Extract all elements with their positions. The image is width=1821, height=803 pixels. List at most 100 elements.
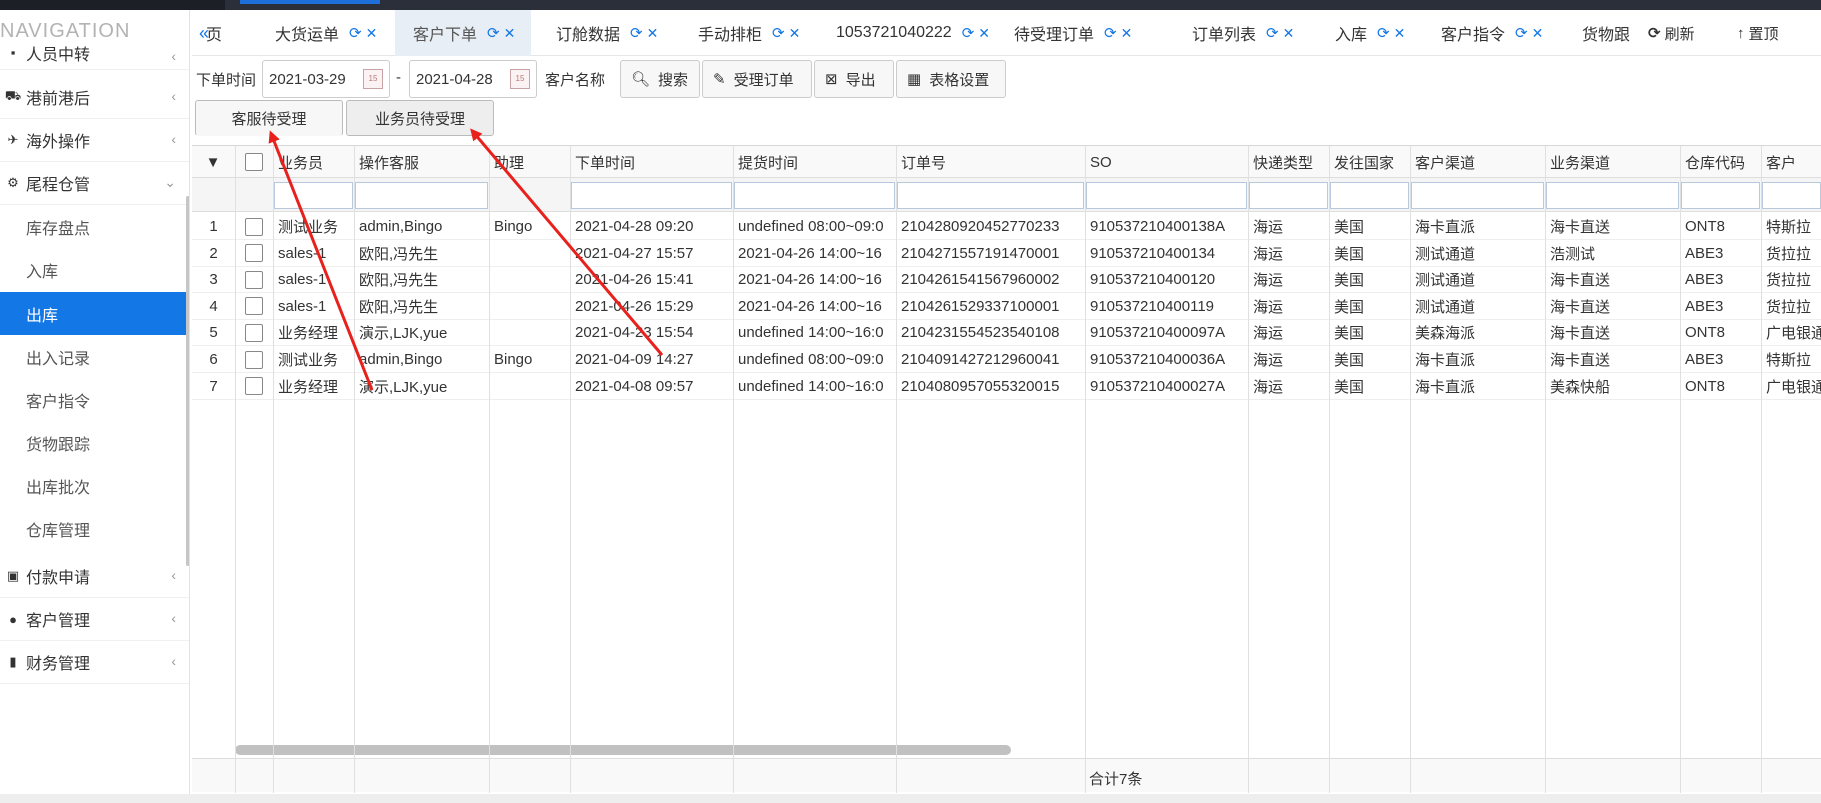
refresh-icon[interactable]: ⟳: [962, 24, 975, 42]
close-icon[interactable]: ✕: [1121, 25, 1133, 42]
date-to-input[interactable]: 2021-04-28 15: [409, 60, 537, 98]
table-row[interactable]: 6 测试业务 admin,Bingo Bingo 2021-04-09 14:27 und…: [192, 346, 1821, 373]
sidebar-sub-instructions[interactable]: 客户指令: [0, 378, 187, 421]
header-express-type[interactable]: 快递类型: [1248, 146, 1329, 178]
table-row[interactable]: 5 业务经理 演示,LJK,yue 2021-04-23 15:54 undefined…: [192, 319, 1821, 347]
tab-customer-instruction[interactable]: 客户指令 ⟳ ✕: [1423, 10, 1543, 56]
filter-country[interactable]: [1330, 182, 1409, 209]
table-row[interactable]: 1 测试业务 admin,Bingo Bingo 2021-04-28 09:20 und…: [192, 213, 1821, 240]
pin-top-button[interactable]: ↑ 置顶: [1737, 10, 1779, 56]
row-select-checkbox[interactable]: [245, 244, 263, 263]
close-icon[interactable]: ✕: [1283, 25, 1295, 42]
tab-pending-orders[interactable]: 待受理订单 ⟳ ✕: [996, 10, 1132, 56]
sidebar-sub-batches[interactable]: 出库批次: [0, 464, 187, 507]
filter-customer[interactable]: [1762, 182, 1821, 209]
header-business-channel[interactable]: 业务渠道: [1545, 146, 1680, 178]
row-select-checkbox[interactable]: [245, 350, 263, 369]
sidebar-item-transfer[interactable]: ▪ 人员中转 ‹: [0, 36, 189, 70]
refresh-icon[interactable]: ⟳: [487, 24, 500, 42]
header-order-no[interactable]: 订单号: [896, 146, 1085, 178]
header-so[interactable]: SO: [1085, 146, 1248, 178]
tab-order-list[interactable]: 订单列表 ⟳ ✕: [1174, 10, 1294, 56]
table-settings-button[interactable]: ▦ 表格设置: [896, 60, 1006, 98]
filter-customer-channel[interactable]: [1411, 182, 1544, 209]
date-from-input[interactable]: 2021-03-29 15: [262, 60, 390, 98]
filter-icon[interactable]: ▼: [198, 146, 228, 178]
refresh-icon[interactable]: ⟳: [1377, 24, 1390, 42]
sidebar-sub-tracking[interactable]: 货物跟踪: [0, 421, 187, 464]
tab-order-number[interactable]: 1053721040222 ⟳ ✕: [818, 10, 990, 56]
refresh-icon[interactable]: ⟳: [1515, 24, 1528, 42]
header-country[interactable]: 发往国家: [1329, 146, 1410, 178]
close-icon[interactable]: ✕: [978, 25, 990, 42]
table-row[interactable]: 2 sales-1 欧阳,冯先生 2021-04-27 15:57 2021-04-26…: [192, 240, 1821, 267]
calendar-icon[interactable]: 15: [363, 69, 383, 89]
sidebar-item-customers[interactable]: ● 客户管理 ‹: [0, 598, 189, 641]
sidebar-sub-outbound[interactable]: 出库: [0, 292, 187, 335]
row-select-checkbox[interactable]: [245, 323, 263, 342]
tab-manual-container[interactable]: 手动排柜 ⟳ ✕: [680, 10, 800, 56]
table-row[interactable]: 4 sales-1 欧阳,冯先生 2021-04-26 15:29 2021-04-26…: [192, 293, 1821, 320]
close-icon[interactable]: ✕: [366, 25, 378, 42]
sidebar-sub-records[interactable]: 出入记录: [0, 335, 187, 378]
sidebar-item-finance[interactable]: ▮ 财务管理 ‹: [0, 641, 189, 684]
header-pickup-time[interactable]: 提货时间: [733, 146, 896, 178]
header-customer[interactable]: 客户: [1761, 146, 1821, 178]
row-checkbox[interactable]: [235, 293, 273, 320]
row-select-checkbox[interactable]: [245, 270, 263, 289]
header-assistant[interactable]: 助理: [489, 146, 570, 178]
tab-sales-pending[interactable]: 业务员待受理: [346, 100, 494, 136]
select-all-checkbox[interactable]: [245, 153, 263, 171]
sidebar-sub-inbound[interactable]: 入库: [0, 248, 187, 291]
header-cs[interactable]: 操作客服: [354, 146, 489, 178]
header-customer-channel[interactable]: 客户渠道: [1410, 146, 1545, 178]
export-button[interactable]: ⊠ 导出: [814, 60, 894, 98]
sidebar-item-port[interactable]: ⛟ 港前港后 ‹: [0, 76, 189, 119]
close-icon[interactable]: ✕: [504, 25, 516, 42]
sidebar-item-overseas[interactable]: ✈ 海外操作 ‹: [0, 119, 189, 162]
refresh-icon[interactable]: ⟳: [349, 24, 362, 42]
tab-booking[interactable]: 订舱数据 ⟳ ✕: [538, 10, 658, 56]
close-icon[interactable]: ✕: [647, 25, 659, 42]
tab-tracking[interactable]: 货物跟: [1564, 10, 1630, 56]
sidebar-item-warehouse[interactable]: ⚙ 尾程仓管 ⌄: [0, 162, 189, 205]
refresh-icon[interactable]: ⟳: [1104, 24, 1117, 42]
sidebar-sub-inventory[interactable]: 库存盘点: [0, 205, 187, 248]
horizontal-scrollbar[interactable]: [235, 745, 1011, 755]
search-button[interactable]: 🔍︎ 搜索: [620, 60, 700, 98]
close-icon[interactable]: ✕: [1532, 25, 1544, 42]
sidebar-scrollbar[interactable]: [186, 196, 189, 566]
filter-business-channel[interactable]: [1546, 182, 1679, 209]
close-icon[interactable]: ✕: [789, 25, 801, 42]
header-order-time[interactable]: 下单时间: [570, 146, 733, 178]
row-checkbox[interactable]: [235, 213, 273, 240]
row-select-checkbox[interactable]: [245, 377, 263, 396]
table-row[interactable]: 3 sales-1 欧阳,冯先生 2021-04-26 15:41 2021-04-26…: [192, 266, 1821, 294]
tab-home[interactable]: 页: [206, 10, 222, 56]
sidebar-item-payment[interactable]: ▣ 付款申请 ‹: [0, 555, 189, 598]
filter-pickup-time[interactable]: [734, 182, 895, 209]
table-row[interactable]: 7 业务经理 演示,LJK,yue 2021-04-08 09:57 undefined…: [192, 373, 1821, 400]
refresh-icon[interactable]: ⟳: [1266, 24, 1279, 42]
row-select-checkbox[interactable]: [245, 217, 263, 236]
row-checkbox[interactable]: [235, 266, 273, 293]
header-warehouse-code[interactable]: 仓库代码: [1680, 146, 1761, 178]
sidebar-sub-warehouses[interactable]: 仓库管理: [0, 507, 187, 550]
filter-order-time[interactable]: [571, 182, 732, 209]
filter-so[interactable]: [1086, 182, 1247, 209]
accept-order-button[interactable]: ✎ 受理订单: [702, 60, 812, 98]
tab-inbound[interactable]: 入库 ⟳ ✕: [1317, 10, 1405, 56]
filter-cs[interactable]: [355, 182, 488, 209]
filter-order-no[interactable]: [897, 182, 1084, 209]
filter-salesperson[interactable]: [274, 182, 353, 209]
close-icon[interactable]: ✕: [1394, 25, 1406, 42]
row-checkbox[interactable]: [235, 319, 273, 346]
header-salesperson[interactable]: 业务员: [273, 146, 354, 178]
tab-freight[interactable]: 大货运单 ⟳ ✕: [257, 10, 377, 56]
row-checkbox[interactable]: [235, 240, 273, 267]
refresh-button[interactable]: ⟳ 刷新: [1648, 10, 1695, 56]
row-checkbox[interactable]: [235, 346, 273, 373]
tab-customer-order[interactable]: 客户下单 ⟳ ✕: [395, 10, 531, 56]
tab-cs-pending[interactable]: 客服待受理: [195, 100, 343, 136]
select-all[interactable]: [235, 146, 273, 178]
